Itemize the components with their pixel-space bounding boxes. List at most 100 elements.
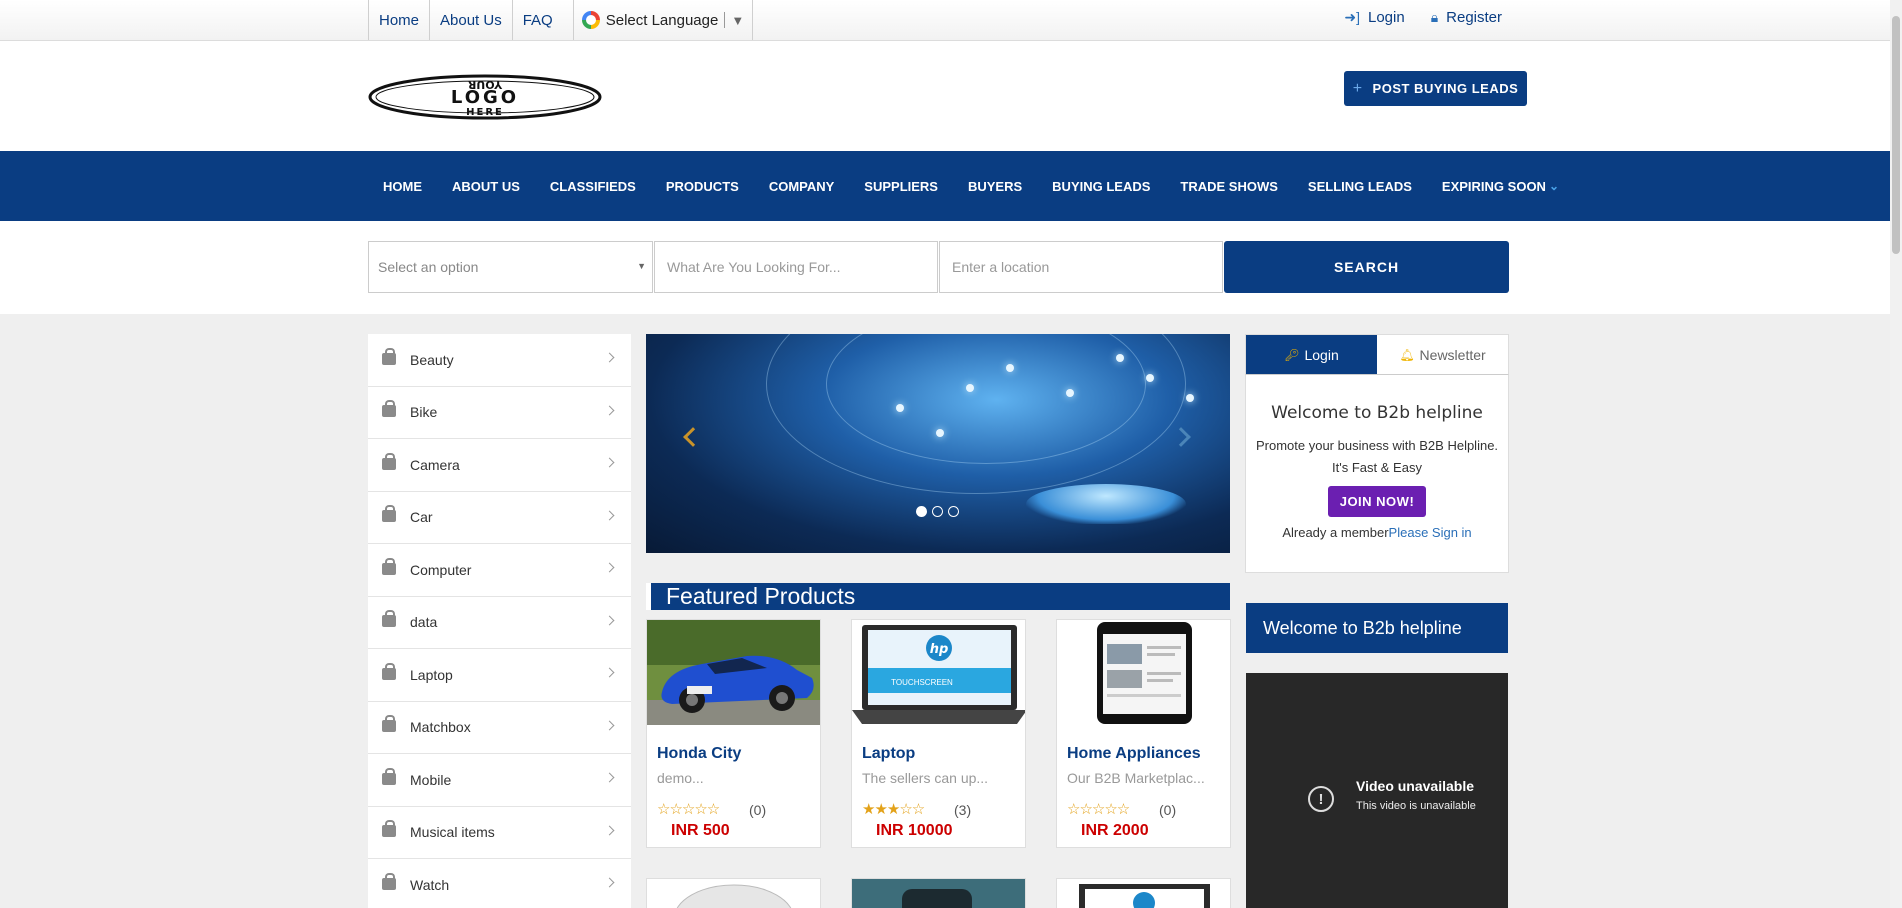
chevron-right-icon [604,352,615,363]
already-member: Already a memberPlease Sign in [1246,525,1508,540]
sign-in-link[interactable]: Please Sign in [1389,525,1472,540]
join-now-button[interactable]: JOIN NOW! [1327,486,1427,517]
nav-selling-leads[interactable]: SELLING LEADS [1293,151,1427,221]
bell-icon: 🔔︎ [1399,347,1415,362]
carousel-next-arrow[interactable] [1171,427,1191,447]
carousel-dot[interactable] [916,506,927,517]
shopping-bag-icon [382,610,396,628]
nav-home[interactable]: HOME [368,151,437,221]
page-scrollbar[interactable] [1890,0,1902,908]
scrollbar-thumb[interactable] [1892,16,1900,254]
carousel-dot[interactable] [932,506,943,517]
product-image[interactable]: hp TOUCHSCREEN [852,620,1025,725]
category-item[interactable]: Bike [368,387,631,439]
chevron-right-icon [604,615,615,625]
tab-newsletter[interactable]: 🔔︎ Newsletter [1377,335,1508,374]
carousel-prev-arrow[interactable] [683,427,703,447]
product-card[interactable] [851,878,1026,908]
site-header: YOUR LOGO HERE + POST BUYING LEADS [0,41,1890,151]
category-label: Bike [410,404,438,421]
category-label: Camera [410,456,460,473]
logo-line-2: LOGO [451,87,519,108]
promo-line-2: It's Fast & Easy [1332,460,1422,475]
carousel-dot[interactable] [948,506,959,517]
chevron-right-icon [604,510,615,520]
logo-line-3: HERE [466,107,504,118]
chevron-right-icon [604,825,615,835]
nav-trade-shows[interactable]: TRADE SHOWS [1165,151,1293,221]
product-card[interactable] [646,878,821,908]
register-link[interactable]: 🔒︎ Register [1431,9,1502,26]
shopping-bag-icon [382,872,396,890]
language-label: Select Language [605,11,719,29]
search-button[interactable]: SEARCH [1224,241,1509,293]
tab-login-label: Login [1304,346,1339,363]
category-label: Beauty [410,351,454,368]
chevron-right-icon [604,562,615,573]
network-node [1146,374,1154,382]
category-item[interactable]: Computer [368,544,631,597]
category-item[interactable]: Watch [368,859,631,908]
nav-buyers[interactable]: BUYERS [953,151,1037,221]
category-select[interactable]: Select an option ▼ [368,241,653,293]
login-label: Login [1367,8,1405,26]
video-embed[interactable]: ! Video unavailable This video is unavai… [1246,673,1508,908]
nav-products[interactable]: PRODUCTS [651,151,754,221]
login-link[interactable]: ➜] Login [1344,9,1404,26]
welcome-panel: Welcome to B2b helpline Promote your bus… [1245,374,1509,573]
nav-expiring-soon[interactable]: EXPIRING SOON ⌄ [1427,151,1574,221]
category-label: Laptop [410,666,453,683]
shopping-bag-icon [382,400,396,418]
category-label: Computer [410,561,472,578]
category-item[interactable]: Laptop [368,649,631,702]
product-image[interactable] [647,620,820,725]
video-title: Video unavailable [1356,778,1475,794]
product-name[interactable]: Laptop [862,745,915,763]
product-card[interactable]: hp TOUCHSCREEN Laptop The sellers can up… [851,619,1026,848]
nav-company[interactable]: COMPANY [754,151,849,221]
category-item[interactable]: Beauty [368,334,631,387]
auth-links: ➜] Login 🔒︎ Register [1344,0,1502,34]
plus-icon: + [1352,79,1363,97]
nav-about[interactable]: ABOUT US [437,151,535,221]
location-input[interactable] [939,241,1223,293]
network-node [1186,394,1194,402]
product-image[interactable] [1057,620,1230,725]
top-links: Home About Us FAQ Select Language ▼ [368,0,754,40]
product-name[interactable]: Home Appliances [1067,745,1201,763]
category-label: Matchbox [410,719,471,736]
post-buying-leads-button[interactable]: + POST BUYING LEADS [1344,71,1527,106]
search-input[interactable] [654,241,938,293]
post-button-label: POST BUYING LEADS [1372,81,1519,96]
glowing-hand [1026,484,1186,524]
product-description: Our B2B Marketplac... [1067,770,1205,786]
category-item[interactable]: Matchbox [368,702,631,754]
product-name[interactable]: Honda City [657,745,741,763]
welcome-banner: Welcome to B2b helpline [1246,603,1508,653]
divider [724,12,726,28]
category-item[interactable]: Camera [368,439,631,492]
top-link-about[interactable]: About Us [429,0,512,40]
tab-login[interactable]: 🔑︎ Login [1246,335,1377,374]
nav-suppliers[interactable]: SUPPLIERS [849,151,953,221]
category-item[interactable]: Mobile [368,754,631,807]
main-nav: HOME ABOUT US CLASSIFIEDS PRODUCTS COMPA… [0,151,1890,221]
product-card[interactable]: Home Appliances Our B2B Marketplac... ☆☆… [1056,619,1231,848]
chevron-right-icon [604,405,615,415]
caret-down-icon: ▼ [731,12,745,28]
category-item[interactable]: data [368,597,631,649]
category-item[interactable]: Musical items [368,807,631,859]
product-card[interactable]: Honda City demo... ☆☆☆☆☆ (0) INR 500 [646,619,821,848]
language-selector[interactable]: Select Language ▼ [572,0,754,40]
product-card[interactable] [1056,878,1231,908]
nav-classifieds[interactable]: CLASSIFIEDS [535,151,651,221]
category-item[interactable]: Car [368,492,631,544]
site-logo[interactable]: YOUR LOGO HERE [368,74,602,120]
top-link-home[interactable]: Home [368,0,429,40]
chevron-right-icon [604,877,615,888]
key-icon: 🔑︎ [1284,347,1300,362]
exclamation-icon: ! [1308,786,1334,812]
top-link-faq[interactable]: FAQ [511,0,563,40]
nav-buying-leads[interactable]: BUYING LEADS [1037,151,1165,221]
chevron-down-icon: ⌄ [1548,179,1560,193]
